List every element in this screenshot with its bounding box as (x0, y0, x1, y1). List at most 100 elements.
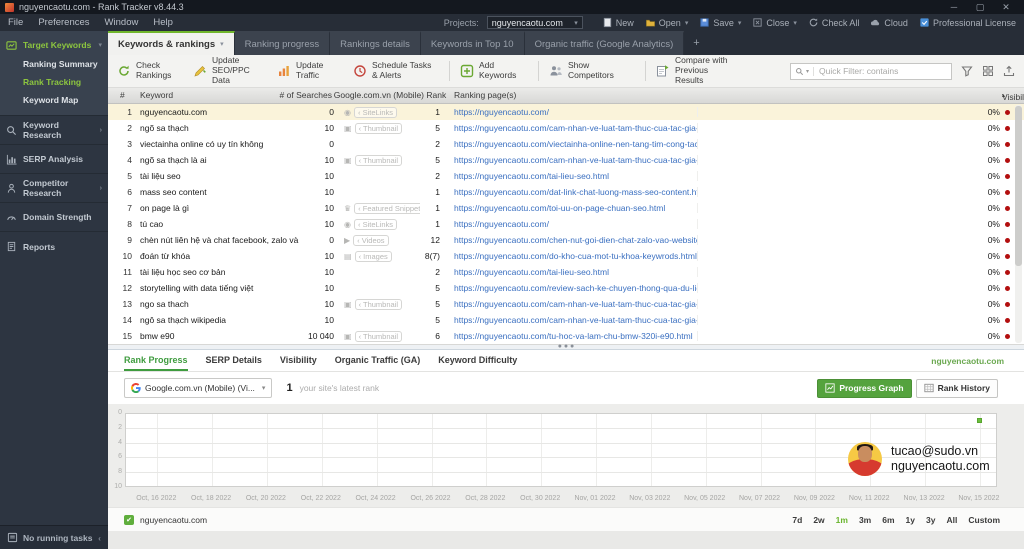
add-tab-button[interactable]: + (684, 31, 708, 55)
range-1m[interactable]: 1m (836, 515, 848, 525)
show-competitors-button[interactable]: Show Competitors (549, 60, 630, 81)
sidebar-item-ranking-summary[interactable]: Ranking Summary (0, 55, 108, 73)
ranking-page-link[interactable]: https://nguyencaotu.com/cam-nhan-ve-luat… (448, 155, 698, 165)
range-all[interactable]: All (946, 515, 957, 525)
ranking-page-link[interactable]: https://nguyencaotu.com/do-kho-cua-mot-t… (448, 251, 698, 261)
ranking-page-link[interactable]: https://nguyencaotu.com/ (448, 219, 698, 229)
ranking-page-link[interactable]: https://nguyencaotu.com/toi-uu-on-page-c… (448, 203, 698, 213)
table-row[interactable]: 11 tài liệu học seo cơ bản 10 2 https://nguy… (108, 264, 1024, 280)
sidebar-item-rank-tracking[interactable]: Rank Tracking (0, 73, 108, 91)
menu-action-check-all[interactable]: Check All (808, 17, 859, 28)
col-keyword[interactable]: Keyword (140, 90, 173, 100)
ranking-page-link[interactable]: https://nguyencaotu.com/dat-link-chat-lu… (448, 187, 698, 197)
range-custom[interactable]: Custom (968, 515, 1000, 525)
menu-preferences[interactable]: Preferences (38, 17, 89, 28)
project-dropdown[interactable]: nguyencaotu.com ▾ (486, 16, 583, 29)
tab-ranking-progress[interactable]: Ranking progress (234, 31, 331, 55)
legend-checkbox[interactable]: ✔ (124, 514, 134, 525)
range-3m[interactable]: 3m (859, 515, 871, 525)
schedule-tasks-button[interactable]: Schedule Tasks & Alerts (353, 60, 434, 81)
table-row[interactable]: 4 ngõ sa thạch là ai 10 ▣ ‹ Thumbnail 5 https:… (108, 152, 1024, 168)
range-6m[interactable]: 6m (882, 515, 894, 525)
ranking-page-link[interactable]: https://nguyencaotu.com/tu-hoc-va-lam-ch… (448, 331, 698, 341)
table-row[interactable]: 13 ngo sa thach 10 ▣ ‹ Thumbnail 5 https://ngu… (108, 296, 1024, 312)
menu-action-close[interactable]: Close ▾ (752, 17, 797, 28)
search-icon[interactable]: ▾ (791, 66, 815, 76)
bottom-tab-visibility[interactable]: Visibility (280, 350, 317, 371)
table-row[interactable]: 5 tài liệu seo 10 2 https://nguyencaotu.com/… (108, 168, 1024, 184)
table-row[interactable]: 7 on page là gì 10 ♛ ‹ Featured Snippet 1 http… (108, 200, 1024, 216)
collapse-sidebar-icon[interactable]: ‹ (98, 533, 101, 543)
sidebar-item-target-keywords[interactable]: Target Keywords ▾ (0, 35, 108, 55)
menu-action-new[interactable]: New (602, 17, 634, 28)
table-row[interactable]: 10 đoán từ khóa 10 ▤ ‹ Images 8(7) https://ngu… (108, 248, 1024, 264)
range-1y[interactable]: 1y (906, 515, 915, 525)
ranking-page-link[interactable]: https://nguyencaotu.com/cam-nhan-ve-luat… (448, 123, 698, 133)
bottom-tab-organic-traffic-ga-[interactable]: Organic Traffic (GA) (335, 350, 421, 371)
ranking-page-link[interactable]: https://nguyencaotu.com/tai-lieu-seo.htm… (448, 171, 698, 181)
ranking-page-link[interactable]: https://nguyencaotu.com/tai-lieu-seo.htm… (448, 267, 698, 277)
bottom-tab-serp-details[interactable]: SERP Details (206, 350, 262, 371)
tab-keywords-rankings[interactable]: Keywords & rankings ▾ (108, 31, 235, 55)
check-rankings-button[interactable]: Check Rankings (117, 60, 180, 81)
ranking-page-link[interactable]: https://nguyencaotu.com/cam-nhan-ve-luat… (448, 299, 698, 309)
table-row[interactable]: 14 ngô sa thạch wikipedia 10 5 https://nguye… (108, 312, 1024, 328)
bottom-tab-keyword-difficulty[interactable]: Keyword Difficulty (438, 350, 517, 371)
menu-action-professional-license[interactable]: Professional License (919, 17, 1016, 28)
table-row[interactable]: 8 tú cao 10 ◉ ‹ SiteLinks 1 https://nguyencaot… (108, 216, 1024, 232)
tab-keywords-in-top-10[interactable]: Keywords in Top 10 (420, 31, 525, 55)
menu-action-open[interactable]: Open ▾ (645, 17, 688, 28)
quick-filter-input[interactable] (814, 66, 951, 76)
sidebar-item-reports[interactable]: Reports (0, 232, 108, 261)
bottom-tab-rank-progress[interactable]: Rank Progress (124, 350, 188, 371)
ranking-page-link[interactable]: https://nguyencaotu.com/ (448, 107, 698, 117)
export-icon[interactable] (1003, 65, 1015, 77)
minimize-button[interactable]: ─ (941, 2, 967, 13)
table-row[interactable]: 3 viectainha online có uy tín không 0 2 http… (108, 136, 1024, 152)
ranking-page-link[interactable]: https://nguyencaotu.com/cam-nhan-ve-luat… (448, 315, 698, 325)
col-pages[interactable]: Ranking page(s) (454, 90, 516, 100)
menu-file[interactable]: File (8, 17, 23, 28)
menu-action-save[interactable]: Save ▾ (699, 17, 741, 28)
ranking-page-link[interactable]: https://nguyencaotu.com/chen-nut-goi-die… (448, 235, 698, 245)
close-button[interactable]: ✕ (993, 2, 1019, 13)
maximize-button[interactable]: ▢ (967, 2, 993, 13)
table-row[interactable]: 9 chèn nút liên hệ và chat facebook, zalo… (108, 232, 1024, 248)
ranking-page-link[interactable]: https://nguyencaotu.com/viectainha-onlin… (448, 139, 698, 149)
menu-action-cloud[interactable]: Cloud (870, 17, 908, 28)
ranking-page-link[interactable]: https://nguyencaotu.com/review-sach-ke-c… (448, 283, 698, 293)
add-keywords-button[interactable]: Add Keywords (460, 60, 523, 81)
rank-history-button[interactable]: Rank History (915, 378, 998, 398)
table-row[interactable]: 6 mass seo content 10 1 https://nguyencaotu.… (108, 184, 1024, 200)
update-traffic-button[interactable]: Update Traffic (277, 60, 340, 81)
menu-window[interactable]: Window (105, 17, 139, 28)
range-7d[interactable]: 7d (792, 515, 802, 525)
table-row[interactable]: 1 nguyencaotu.com 0 ◉ ‹ SiteLinks 1 https://ng… (108, 104, 1024, 120)
scrollbar-thumb[interactable] (1015, 106, 1022, 266)
filter-funnel-icon[interactable] (961, 65, 973, 77)
sidebar-item-keyword-research[interactable]: Keyword Research › (0, 116, 108, 145)
col-searches[interactable]: # of Searches (248, 90, 332, 100)
col-rank[interactable]: Google.com.vn (Mobile) Rank (330, 90, 450, 100)
tab-organic-traffic-google-analytics-[interactable]: Organic traffic (Google Analytics) (524, 31, 685, 55)
table-row[interactable]: 15 bmw e90 10 040 ▣ ‹ Thumbnail 6 https://nguy… (108, 328, 1024, 344)
chart-data-point[interactable] (976, 418, 982, 424)
col-num[interactable]: # (120, 90, 125, 100)
table-row[interactable]: 2 ngõ sa thạch 10 ▣ ‹ Thumbnail 5 https://nguy… (108, 120, 1024, 136)
keyword-cell: storytelling with data tiếng việt (140, 283, 254, 293)
columns-icon[interactable] (982, 65, 994, 77)
compare-results-button[interactable]: Compare with Previous Results (656, 55, 737, 85)
table-row[interactable]: 12 storytelling with data tiếng việt 10 5 ht… (108, 280, 1024, 296)
range-2w[interactable]: 2w (813, 515, 824, 525)
sidebar-item-domain-strength[interactable]: Domain Strength (0, 203, 108, 232)
sidebar-item-competitor-research[interactable]: Competitor Research › (0, 174, 108, 203)
sidebar-item-keyword-map[interactable]: Keyword Map (0, 91, 108, 109)
tab-rankings-details[interactable]: Rankings details (330, 31, 421, 55)
update-seo-ppc-button[interactable]: Update SEO/PPC Data (193, 55, 264, 85)
table-scrollbar[interactable] (1015, 105, 1022, 343)
range-3y[interactable]: 3y (926, 515, 935, 525)
sidebar-item-serp-analysis[interactable]: SERP Analysis (0, 145, 108, 174)
progress-graph-button[interactable]: Progress Graph (817, 378, 912, 398)
search-engine-dropdown[interactable]: Google.com.vn (Mobile) (Vi... ▾ (124, 378, 273, 398)
menu-help[interactable]: Help (153, 17, 173, 28)
